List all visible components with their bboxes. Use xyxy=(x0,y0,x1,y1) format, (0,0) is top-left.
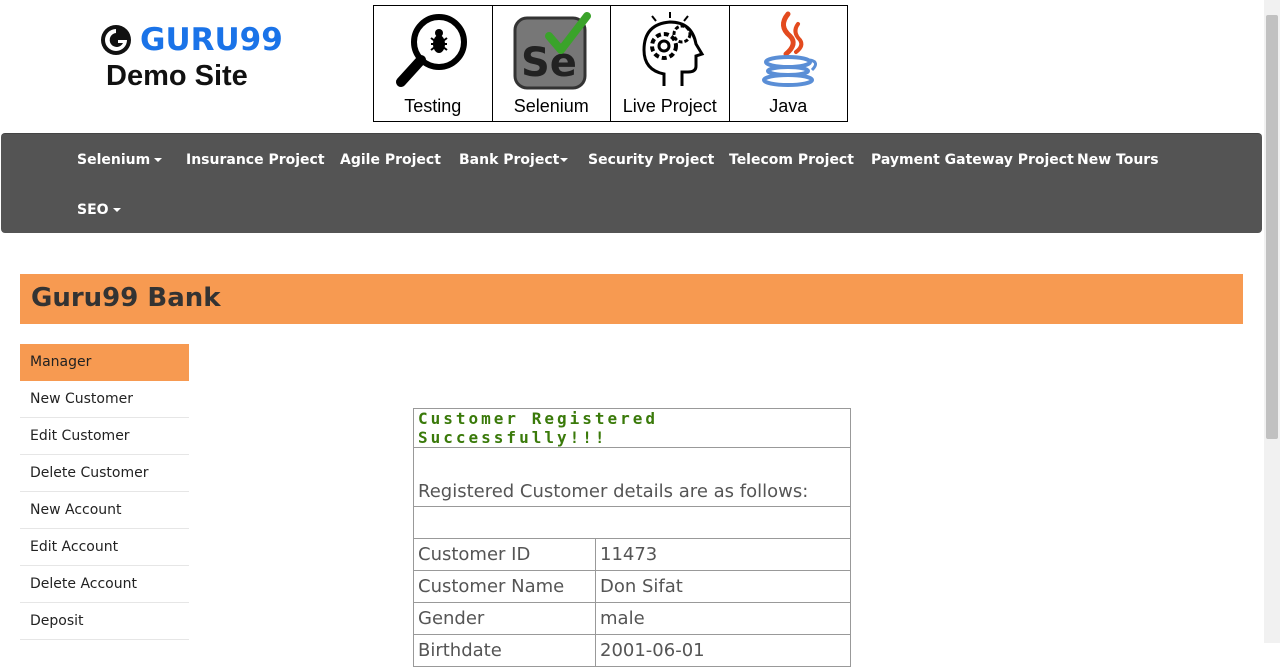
blank-row xyxy=(413,506,851,539)
field-value: 11473 xyxy=(595,538,851,571)
nav-payment-gateway-project[interactable]: Payment Gateway Project xyxy=(871,152,1074,168)
vertical-scrollbar[interactable] xyxy=(1264,0,1280,643)
nav-bank-project[interactable]: Bank Project xyxy=(459,152,569,168)
sidebar-item-new-customer[interactable]: New Customer xyxy=(20,381,189,418)
course-java[interactable]: Java xyxy=(730,6,848,121)
svg-text:Se: Se xyxy=(521,40,577,86)
caret-down-icon xyxy=(154,158,163,162)
caret-down-icon xyxy=(560,158,569,162)
scrollbar-thumb[interactable] xyxy=(1266,15,1278,439)
selenium-icon: Se xyxy=(513,12,592,90)
java-cup-icon xyxy=(762,11,818,87)
course-links: Testing Se Selenium Live Project Java xyxy=(373,5,848,122)
nav-agile-project[interactable]: Agile Project xyxy=(340,152,441,168)
head-gears-icon xyxy=(642,12,704,86)
sidebar-item-deposit[interactable]: Deposit xyxy=(20,603,189,640)
details-subheading: Registered Customer details are as follo… xyxy=(413,447,851,507)
logo-subtitle: Demo Site xyxy=(106,60,248,92)
course-label: Selenium xyxy=(513,96,589,116)
field-label: Customer Name xyxy=(413,570,596,603)
course-label: Testing xyxy=(404,96,462,116)
customer-registration-table: Customer Registered Successfully!!! Regi… xyxy=(413,408,851,667)
table-row: Customer ID 11473 xyxy=(413,538,851,571)
course-label: Live Project xyxy=(622,96,717,116)
field-label: Gender xyxy=(413,602,596,635)
nav-insurance-project[interactable]: Insurance Project xyxy=(186,152,325,168)
course-live-project[interactable]: Live Project xyxy=(611,6,730,121)
sidebar-item-delete-account[interactable]: Delete Account xyxy=(20,566,189,603)
table-row: Gender male xyxy=(413,602,851,635)
field-value: 2001-06-01 xyxy=(595,634,851,667)
nav-new-tours[interactable]: New Tours xyxy=(1077,152,1159,168)
bank-header: Guru99 Bank xyxy=(20,274,1243,324)
field-value: Don Sifat xyxy=(595,570,851,603)
manager-sidebar: Manager New Customer Edit Customer Delet… xyxy=(20,344,189,640)
table-row: Customer Name Don Sifat xyxy=(413,570,851,603)
caret-down-icon xyxy=(112,208,121,212)
field-label: Customer ID xyxy=(413,538,596,571)
field-value: male xyxy=(595,602,851,635)
magnifier-bug-icon xyxy=(395,14,467,87)
table-row: Birthdate 2001-06-01 xyxy=(413,634,851,667)
sidebar-item-manager[interactable]: Manager xyxy=(20,344,189,381)
course-testing[interactable]: Testing xyxy=(374,6,493,121)
nav-selenium[interactable]: Selenium xyxy=(77,152,163,168)
nav-telecom-project[interactable]: Telecom Project xyxy=(729,152,854,168)
main-navbar: Selenium Insurance Project Agile Project… xyxy=(1,133,1262,233)
course-selenium[interactable]: Se Selenium xyxy=(493,6,611,121)
sidebar-item-delete-customer[interactable]: Delete Customer xyxy=(20,455,189,492)
success-heading: Customer Registered Successfully!!! xyxy=(413,408,851,448)
nav-security-project[interactable]: Security Project xyxy=(588,152,714,168)
logo-text: GURU99 xyxy=(140,22,283,58)
guru99-logo-icon xyxy=(101,25,131,55)
sidebar-item-edit-customer[interactable]: Edit Customer xyxy=(20,418,189,455)
field-label: Birthdate xyxy=(413,634,596,667)
nav-seo[interactable]: SEO xyxy=(77,202,121,218)
bank-title: Guru99 Bank xyxy=(31,283,221,313)
sidebar-item-new-account[interactable]: New Account xyxy=(20,492,189,529)
course-label: Java xyxy=(769,96,808,116)
guru99-logo[interactable]: GURU99 Demo Site xyxy=(100,22,300,102)
sidebar-item-edit-account[interactable]: Edit Account xyxy=(20,529,189,566)
